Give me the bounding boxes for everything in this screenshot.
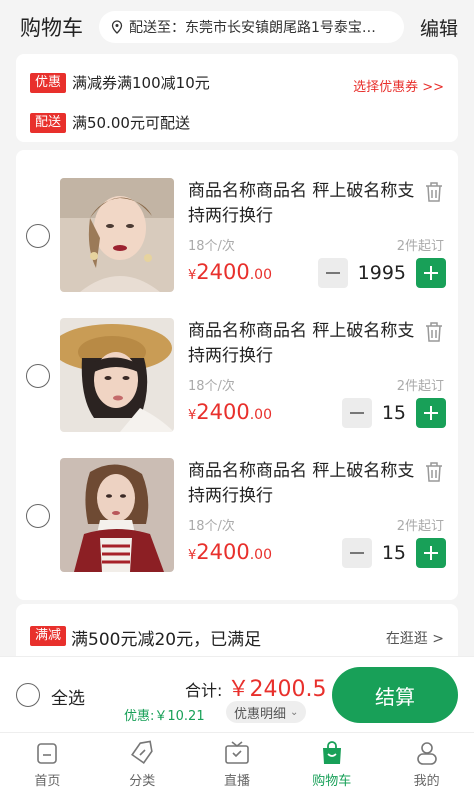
delivery-row: 配送 满50.00元可配送 [30,112,190,133]
product-photo-3 [60,458,174,572]
location-pin-icon [111,20,123,34]
product-unit: 18个/次 [188,379,235,394]
cart-item: 商品名称商品名 秤上破名称支持两行换行 18个/次 2件起订 ¥2400.00 … [16,150,458,292]
tab-label: 直播 [223,774,250,789]
tab-label: 分类 [129,774,156,789]
bottom-tab-bar: 首页 分类 直播 购物车 我的 [0,732,474,794]
coupon-row: 优惠 满减券满100减10元 [30,72,210,93]
item-select-radio[interactable] [26,364,50,388]
price-decimal: .00 [249,267,272,283]
delivery-tag: 配送 [30,112,67,133]
price-integer: 2400 [196,540,250,564]
tab-home[interactable]: 首页 [0,733,95,794]
product-name[interactable]: 商品名称商品名 秤上破名称支持两行换行 [188,319,424,369]
top-bar: 购物车 配送至：东莞市长安镇朗尾路1号泰宝… 编辑 [0,0,474,52]
product-photo-1 [60,178,174,292]
chevron-down-icon: ⌄ [290,706,299,718]
increase-button[interactable] [416,538,446,568]
product-min-order: 2件起订 [396,239,444,254]
product-price: ¥2400.00 [188,540,272,564]
page-title: 购物车 [20,16,83,40]
product-price: ¥2400.00 [188,400,272,424]
price-integer: 2400 [196,400,250,424]
total-amount: ￥2400.5 [227,677,327,702]
product-min-order: 2件起订 [396,519,444,534]
tab-label: 我的 [413,774,440,789]
item-select-radio[interactable] [26,504,50,528]
checkout-bar: 全选 合计: ￥2400.5 优惠:￥10.21 优惠明细 ⌄ 结算 [0,656,474,732]
product-price: ¥2400.00 [188,260,272,284]
minus-icon [325,272,340,274]
trash-icon[interactable] [424,461,444,483]
product-name[interactable]: 商品名称商品名 秤上破名称支持两行换行 [188,179,424,229]
price-decimal: .00 [249,547,272,563]
quantity-stepper: 15 [341,538,446,568]
bag-icon [322,741,341,764]
tab-label: 购物车 [312,774,352,789]
quantity-value[interactable]: 15 [382,542,406,564]
price-integer: 2400 [196,260,250,284]
increase-button[interactable] [416,398,446,428]
reduction-tag: 满减 [30,626,67,646]
product-image[interactable] [60,178,174,292]
tab-category[interactable]: 分类 [95,733,190,794]
decrease-button[interactable] [317,258,348,288]
cart-item: 商品名称商品名 秤上破名称支持两行换行 18个/次 2件起订 ¥2400.00 … [16,290,458,432]
discount-amount: 优惠:￥10.21 [124,709,205,724]
minus-icon [349,552,364,554]
tab-label: 首页 [34,774,61,789]
decrease-button[interactable] [341,538,372,568]
select-coupon-link[interactable]: 选择优惠券 >> [353,76,444,95]
checkout-button[interactable]: 结算 [332,667,458,723]
quantity-stepper: 1995 [317,258,446,288]
trash-icon[interactable] [424,181,444,203]
quantity-stepper: 15 [341,398,446,428]
product-name[interactable]: 商品名称商品名 秤上破名称支持两行换行 [188,459,424,509]
decrease-button[interactable] [341,398,372,428]
delivery-address-text: 配送至：东莞市长安镇朗尾路1号泰宝… [129,20,376,36]
tab-profile[interactable]: 我的 [379,733,474,794]
item-select-radio[interactable] [26,224,50,248]
quantity-value[interactable]: 1995 [358,262,406,284]
product-image[interactable] [60,318,174,432]
product-unit: 18个/次 [188,519,235,534]
delivery-address-button[interactable]: 配送至：东莞市长安镇朗尾路1号泰宝… [99,11,404,43]
tab-cart[interactable]: 购物车 [284,733,379,794]
delivery-text: 满50.00元可配送 [72,114,190,132]
edit-button[interactable]: 编辑 [420,14,458,41]
cart-item: 商品名称商品名 秤上破名称支持两行换行 18个/次 2件起订 ¥2400.00 … [16,430,458,572]
cart-list: 商品名称商品名 秤上破名称支持两行换行 18个/次 2件起订 ¥2400.00 … [16,150,458,600]
tv-icon [225,741,249,764]
select-all-label[interactable]: 全选 [51,684,85,709]
home-icon [37,743,58,764]
increase-button[interactable] [416,258,446,288]
discount-detail-button[interactable]: 优惠明细 ⌄ [226,701,307,723]
total-label: 合计: [185,681,223,700]
trash-icon[interactable] [424,321,444,343]
coupon-tag: 优惠 [30,72,67,93]
user-icon [416,742,437,765]
product-image[interactable] [60,458,174,572]
price-decimal: .00 [249,407,272,423]
product-unit: 18个/次 [188,239,235,254]
coupon-text: 满减券满100减10元 [72,74,210,92]
continue-shopping-link[interactable]: 在逛逛 > [386,628,444,648]
select-all-radio[interactable] [16,683,40,707]
product-min-order: 2件起订 [396,379,444,394]
full-reduction-card: 满减 满500元减20元，已满足 在逛逛 > [16,604,458,664]
discount-detail-label: 优惠明细 [234,706,287,722]
total-price: 合计: ￥2400.5 [185,671,326,703]
product-photo-2 [60,318,174,432]
quantity-value[interactable]: 15 [382,402,406,424]
tab-live[interactable]: 直播 [190,733,285,794]
tag-icon [131,740,153,764]
promo-card: 优惠 满减券满100减10元 选择优惠券 >> 配送 满50.00元可配送 [16,54,458,142]
reduction-text: 满500元减20元，已满足 [71,630,262,650]
minus-icon [349,412,364,414]
